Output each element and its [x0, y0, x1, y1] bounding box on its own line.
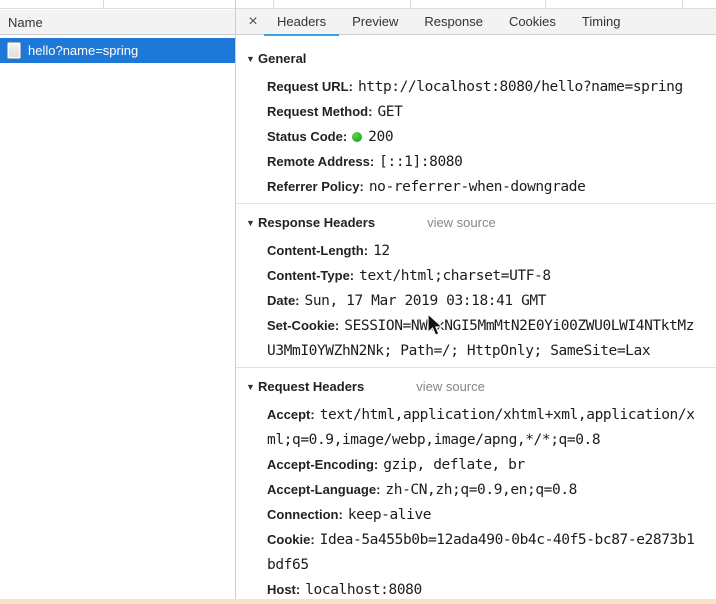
close-icon[interactable]: ×: [242, 9, 264, 35]
header-item-content-type: Content-Type: text/html;charset=UTF-8: [267, 268, 551, 284]
column-divider: [682, 0, 683, 9]
disclosure-triangle-icon: ▼: [246, 54, 255, 64]
header-item-connection: Connection: keep-alive: [267, 507, 432, 523]
header-item-remote-address: Remote Address: [::1]:8080: [267, 154, 463, 170]
request-details-panel: × Headers Preview Response Cookies Timin…: [236, 9, 716, 599]
header-item-set-cookie: Set-Cookie: SESSION=NWQxNGI5MmMtN2E0Yi00Z…: [267, 318, 695, 334]
header-item-status-code: Status Code: 200: [267, 129, 394, 145]
header-item-host: Host: localhost:8080: [267, 582, 422, 598]
header-item-request-method: Request Method: GET: [267, 104, 403, 120]
tab-response[interactable]: Response: [411, 9, 496, 35]
section-response-headers-header[interactable]: ▼ Response Headers view source: [236, 210, 716, 235]
request-row-label: hello?name=spring: [28, 43, 139, 58]
header-item-accept-wrap: ml;q=0.9,image/webp,image/apng,*/*;q=0.8: [267, 432, 601, 448]
header-item-referrer-policy: Referrer Policy: no-referrer-when-downgra…: [267, 179, 586, 195]
section-title: General: [258, 51, 307, 66]
header-item-content-length: Content-Length: 12: [267, 243, 390, 259]
details-tabbar: × Headers Preview Response Cookies Timin…: [236, 9, 716, 36]
section-title: Response Headers: [258, 215, 376, 230]
section-request-headers: ▼ Request Headers view source Accept: text/…: [236, 367, 716, 599]
header-item-set-cookie-wrap: U3MmI0YWZhN2Nk; Path=/; HttpOnly; SameSi…: [267, 343, 651, 359]
view-source-link[interactable]: view source: [416, 379, 485, 394]
status-dot-icon: [352, 132, 363, 142]
requests-list-panel: Name hello?name=spring: [0, 10, 235, 599]
tab-cookies[interactable]: Cookies: [496, 9, 569, 35]
section-general-header[interactable]: ▼ General: [236, 46, 716, 71]
section-title: Request Headers: [258, 379, 365, 394]
devtools-network-panel: Name hello?name=spring × Headers Preview…: [0, 0, 716, 604]
document-icon: [7, 42, 21, 59]
tab-timing[interactable]: Timing: [569, 9, 634, 35]
disclosure-triangle-icon: ▼: [246, 218, 255, 228]
network-request-row[interactable]: hello?name=spring: [0, 38, 235, 63]
section-response-headers: ▼ Response Headers view source Content-Len…: [236, 203, 716, 367]
header-item-date: Date: Sun, 17 Mar 2019 03:18:41 GMT: [267, 293, 547, 309]
header-item-accept-language: Accept-Language: zh-CN,zh;q=0.9,en;q=0.8: [267, 482, 577, 498]
header-item-accept-encoding: Accept-Encoding: gzip, deflate, br: [267, 457, 525, 473]
headers-detail-view: ▼ General Request URL: http://localhost:80…: [236, 36, 716, 599]
tab-headers[interactable]: Headers: [264, 9, 340, 36]
header-item-cookie: Cookie: Idea-5a455b0b=12ada490-0b4c-40f5-…: [267, 532, 695, 548]
page-content-edge: [0, 599, 716, 604]
disclosure-triangle-icon: ▼: [246, 382, 255, 392]
header-item-request-url: Request URL: http://localhost:8080/hello?…: [267, 79, 683, 95]
section-general: ▼ General Request URL: http://localhost:80…: [236, 36, 716, 203]
view-source-link[interactable]: view source: [427, 215, 496, 230]
section-request-headers-header[interactable]: ▼ Request Headers view source: [236, 374, 716, 399]
column-divider: [103, 0, 104, 9]
name-column-header[interactable]: Name: [0, 10, 235, 35]
tab-preview[interactable]: Preview: [339, 9, 411, 35]
header-item-cookie-wrap: bdf65: [267, 557, 309, 573]
header-item-accept: Accept: text/html,application/xhtml+xml,a…: [267, 407, 695, 423]
